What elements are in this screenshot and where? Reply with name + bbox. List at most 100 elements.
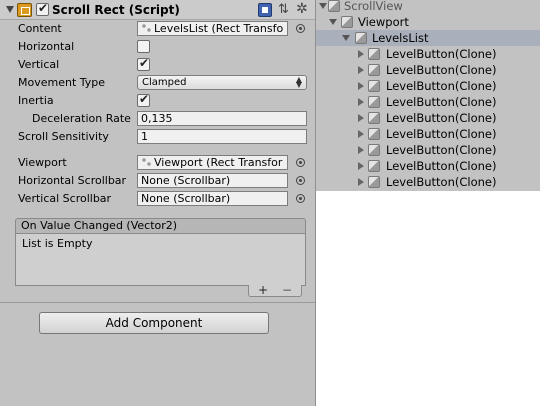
movement-type-dropdown[interactable]: Clamped ▲ ▼	[137, 75, 307, 90]
gameobject-icon	[341, 16, 353, 28]
inertia-checkbox[interactable]	[137, 92, 150, 107]
gameobject-icon	[368, 80, 380, 92]
event-footer: + −	[248, 284, 302, 297]
fold-arrow-icon[interactable]	[358, 178, 364, 186]
gameobject-icon	[368, 144, 380, 156]
fold-arrow-icon[interactable]	[358, 114, 364, 122]
vertical-scrollbar-label: Vertical Scrollbar	[18, 192, 112, 205]
gear-icon[interactable]: ✲	[296, 2, 310, 17]
gameobject-icon	[328, 0, 340, 12]
hierarchy-item-levelbutton[interactable]: LevelButton(Clone)	[316, 78, 540, 94]
hierarchy-item-levelbutton[interactable]: LevelButton(Clone)	[316, 46, 540, 62]
movement-type-row: Movement Type Clamped ▲ ▼	[0, 74, 315, 92]
hierarchy-label: LevelButton(Clone)	[386, 159, 497, 173]
vertical-scrollbar-row: Vertical Scrollbar None (Scrollbar)	[0, 190, 315, 208]
hierarchy-item-levelbutton[interactable]: LevelButton(Clone)	[316, 62, 540, 78]
inertia-label: Inertia	[18, 94, 54, 107]
object-picker-icon[interactable]	[296, 194, 305, 203]
horizontal-checkbox[interactable]	[137, 40, 150, 53]
event-list: List is Empty	[15, 234, 306, 286]
gameobject-icon	[368, 112, 380, 124]
hierarchy-item-levelbutton[interactable]: LevelButton(Clone)	[316, 94, 540, 110]
fold-arrow-icon[interactable]	[358, 130, 364, 138]
fold-arrow-icon[interactable]	[358, 162, 364, 170]
fold-arrow-icon[interactable]	[358, 50, 364, 58]
fold-arrow-icon[interactable]	[6, 6, 14, 13]
hierarchy-item-levelbutton[interactable]: LevelButton(Clone)	[316, 110, 540, 126]
horizontal-scrollbar-field[interactable]: None (Scrollbar)	[137, 173, 288, 188]
component-title: Scroll Rect (Script)	[52, 3, 180, 17]
gameobject-icon	[355, 32, 367, 44]
movement-type-label: Movement Type	[18, 76, 106, 89]
hierarchy-label: LevelButton(Clone)	[386, 95, 497, 109]
content-value: LevelsList (Rect Transfo	[154, 22, 284, 35]
gameobject-icon	[368, 176, 380, 188]
fold-arrow-icon[interactable]	[342, 35, 350, 41]
add-component-button[interactable]: Add Component	[39, 312, 269, 334]
deceleration-rate-label: Deceleration Rate	[32, 112, 131, 125]
movement-type-value: Clamped	[142, 77, 187, 88]
vertical-scrollbar-field[interactable]: None (Scrollbar)	[137, 191, 288, 206]
rect-transform-icon	[141, 23, 152, 33]
object-picker-icon[interactable]	[296, 176, 305, 185]
hierarchy-item-levelbutton[interactable]: LevelButton(Clone)	[316, 142, 540, 158]
on-value-changed-event: On Value Changed (Vector2) List is Empty…	[15, 218, 306, 297]
object-picker-icon[interactable]	[296, 24, 305, 33]
horizontal-scrollbar-label: Horizontal Scrollbar	[18, 174, 127, 187]
viewport-row: Viewport Viewport (Rect Transfor	[0, 154, 315, 172]
fold-arrow-icon[interactable]	[358, 146, 364, 154]
hierarchy-label: LevelButton(Clone)	[386, 63, 497, 77]
vertical-label: Vertical	[18, 58, 60, 71]
horizontal-label: Horizontal	[18, 40, 75, 53]
component-enabled-checkbox[interactable]	[36, 1, 49, 16]
scroll-sensitivity-row: Scroll Sensitivity 1	[0, 128, 315, 146]
hierarchy-label: LevelButton(Clone)	[386, 143, 497, 157]
hierarchy-item-levelslist[interactable]: LevelsList	[316, 30, 540, 46]
gameobject-icon	[368, 48, 380, 60]
inertia-row: Inertia	[0, 92, 315, 110]
gameobject-icon	[368, 160, 380, 172]
hierarchy-item-levelbutton[interactable]: LevelButton(Clone)	[316, 158, 540, 174]
fold-arrow-icon[interactable]	[329, 19, 337, 25]
add-listener-button[interactable]: +	[258, 284, 268, 296]
book-icon[interactable]	[258, 3, 272, 17]
inspector-panel: Scroll Rect (Script) ⇅ ✲ Content LevelsL…	[0, 0, 316, 406]
scroll-sensitivity-field[interactable]: 1	[137, 129, 307, 144]
content-field[interactable]: LevelsList (Rect Transfo	[137, 21, 288, 36]
rect-transform-icon	[141, 157, 152, 167]
vertical-checkbox[interactable]	[137, 56, 150, 71]
hierarchy-item-scrollview[interactable]: ScrollView	[316, 0, 540, 14]
deceleration-rate-row: Deceleration Rate 0,135	[0, 110, 315, 128]
remove-listener-button[interactable]: −	[282, 284, 292, 296]
gameobject-icon	[368, 64, 380, 76]
hierarchy-label: LevelsList	[372, 31, 429, 45]
hierarchy-label: ScrollView	[344, 0, 403, 13]
fold-arrow-icon[interactable]	[319, 3, 327, 9]
fold-arrow-icon[interactable]	[358, 82, 364, 90]
viewport-value: Viewport (Rect Transfor	[154, 156, 283, 169]
hierarchy-label: LevelButton(Clone)	[386, 111, 497, 125]
fold-arrow-icon[interactable]	[358, 66, 364, 74]
deceleration-rate-field[interactable]: 0,135	[137, 111, 307, 126]
event-empty-text: List is Empty	[22, 237, 93, 250]
event-header: On Value Changed (Vector2)	[15, 218, 306, 234]
horizontal-scrollbar-row: Horizontal Scrollbar None (Scrollbar)	[0, 172, 315, 190]
viewport-field[interactable]: Viewport (Rect Transfor	[137, 155, 288, 170]
hierarchy-label: LevelButton(Clone)	[386, 79, 497, 93]
divider	[0, 302, 315, 303]
dropdown-arrows-icon: ▲ ▼	[295, 75, 302, 89]
hierarchy-label: Viewport	[358, 15, 409, 29]
content-row: Content LevelsList (Rect Transfo	[0, 20, 315, 38]
gameobject-icon	[368, 96, 380, 108]
gameobject-icon	[368, 128, 380, 140]
hierarchy-item-levelbutton[interactable]: LevelButton(Clone)	[316, 174, 540, 190]
fold-arrow-icon[interactable]	[358, 98, 364, 106]
hierarchy-item-levelbutton[interactable]: LevelButton(Clone)	[316, 126, 540, 142]
component-header[interactable]: Scroll Rect (Script) ⇅ ✲	[0, 0, 315, 20]
horizontal-row: Horizontal	[0, 38, 315, 56]
sliders-icon[interactable]: ⇅	[278, 3, 292, 17]
hierarchy-label: LevelButton(Clone)	[386, 127, 497, 141]
hierarchy-item-viewport[interactable]: Viewport	[316, 14, 540, 30]
hierarchy-panel: ScrollView Viewport LevelsList LevelButt…	[316, 0, 540, 205]
object-picker-icon[interactable]	[296, 158, 305, 167]
